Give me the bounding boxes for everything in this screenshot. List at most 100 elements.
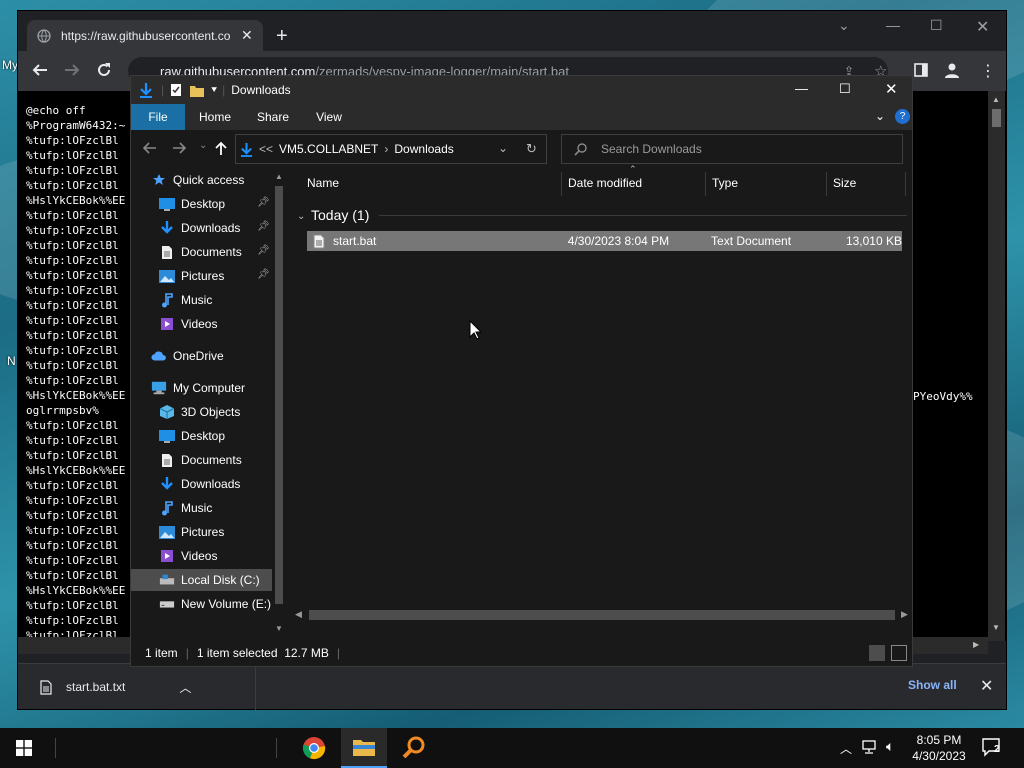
nav-item-label: Documents — [181, 453, 242, 467]
nav-item[interactable]: Music — [159, 289, 212, 311]
pin-icon[interactable]: 📌︎ — [257, 245, 270, 256]
expand-ribbon-icon[interactable]: ⌄ — [875, 109, 885, 123]
back-icon[interactable] — [143, 142, 157, 154]
column-header-name[interactable]: Name — [307, 176, 339, 190]
refresh-icon[interactable]: ↻ — [526, 141, 537, 157]
nav-item[interactable]: Local Disk (C:) — [131, 569, 272, 591]
nav-item[interactable]: Music — [159, 497, 212, 519]
nav-scrollbar[interactable]: ▲ ▼ — [272, 170, 286, 640]
tab-file[interactable]: File — [131, 104, 185, 130]
browser-tab[interactable]: https://raw.githubusercontent.co ✕ — [27, 20, 263, 51]
nav-item[interactable]: Videos — [159, 545, 217, 567]
download-icon — [159, 476, 175, 492]
collapse-group-icon[interactable]: ⌄ — [297, 211, 305, 222]
windows-start-icon[interactable] — [16, 740, 32, 756]
tray-overflow-icon[interactable]: ︿ — [840, 740, 852, 757]
chevron-up-icon[interactable]: ︿ — [179, 679, 191, 696]
back-icon[interactable] — [32, 62, 48, 78]
group-header[interactable]: Today (1) — [311, 207, 369, 223]
script-line: %tufp:lOFzclBl — [26, 374, 119, 387]
column-header-type[interactable]: Type — [712, 176, 738, 190]
close-button[interactable]: ✕ — [976, 17, 989, 37]
script-line: %tufp:lOFzclBl — [26, 314, 119, 327]
vertical-scrollbar[interactable]: ▲ ▼ — [988, 91, 1005, 641]
forward-icon[interactable] — [172, 142, 186, 154]
nav-item[interactable]: Desktop — [159, 193, 225, 215]
show-all-button[interactable]: Show all — [908, 678, 957, 692]
customize-toolbar-icon[interactable]: ⯆ — [210, 85, 218, 96]
details-view-icon[interactable] — [869, 645, 885, 661]
notification-center-icon[interactable] — [982, 738, 1004, 758]
volume-icon[interactable]: 🔈︎ — [886, 738, 894, 755]
search-box[interactable]: Search Downloads — [561, 134, 903, 164]
nav-item[interactable]: OneDrive — [151, 345, 224, 367]
pin-icon[interactable]: 📌︎ — [257, 269, 270, 280]
nav-item[interactable]: New Volume (E:) — [159, 593, 271, 615]
nav-item[interactable]: Pictures — [159, 265, 224, 287]
file-explorer-taskbar-button[interactable] — [341, 728, 387, 768]
nav-item[interactable]: Quick access — [151, 169, 244, 191]
tab-view[interactable]: View — [307, 104, 351, 130]
nav-item-label: OneDrive — [173, 349, 224, 363]
nav-item[interactable]: Desktop — [159, 425, 225, 447]
column-header-date[interactable]: Date modified — [568, 176, 642, 190]
nav-item[interactable]: 3D Objects — [159, 401, 240, 423]
breadcrumb-overflow[interactable]: << — [259, 142, 273, 156]
up-arrow-icon[interactable] — [215, 141, 227, 155]
properties-icon[interactable] — [170, 83, 182, 97]
desktop-icon-label[interactable]: My — [2, 58, 18, 72]
video-icon — [159, 316, 175, 332]
picture-icon — [159, 268, 175, 284]
forward-icon[interactable] — [64, 62, 80, 78]
new-folder-icon[interactable] — [190, 84, 205, 97]
nav-item-label: Desktop — [181, 197, 226, 211]
script-line: %tufp:lOFzclBl — [26, 224, 119, 237]
network-icon[interactable] — [862, 740, 878, 754]
minimize-button[interactable]: — — [886, 17, 900, 33]
nav-item[interactable]: Downloads — [159, 217, 240, 239]
help-icon[interactable]: ? — [895, 109, 910, 124]
minimize-button[interactable]: — — [795, 81, 808, 96]
script-line: %tufp:lOFzclBl — [26, 239, 119, 252]
breadcrumb-segment[interactable]: Downloads — [394, 142, 453, 156]
breadcrumb-segment[interactable]: VM5.COLLABNET — [279, 142, 378, 156]
side-panel-icon[interactable] — [914, 63, 928, 77]
breadcrumb-separator-icon: › — [384, 142, 389, 156]
nav-item[interactable]: My Computer — [151, 377, 245, 399]
desktop-icon-label[interactable]: N — [7, 354, 16, 368]
content-hscrollbar[interactable]: ◀ ▶ — [289, 607, 912, 624]
nav-item[interactable]: Videos — [159, 313, 217, 335]
recent-locations-icon[interactable]: ⌄ — [199, 140, 207, 151]
pin-icon[interactable]: 📌︎ — [257, 221, 270, 232]
column-header-size[interactable]: Size — [833, 176, 856, 190]
maximize-button[interactable]: ☐ — [839, 81, 851, 97]
tab-share[interactable]: Share — [249, 104, 297, 130]
tab-search-icon[interactable]: ⌄ — [838, 17, 850, 34]
large-icons-view-icon[interactable] — [891, 645, 907, 661]
address-dropdown-icon[interactable]: ⌄ — [498, 141, 508, 155]
chrome-icon[interactable] — [302, 736, 326, 760]
new-tab-button[interactable]: + — [276, 25, 288, 48]
nav-item[interactable]: Documents — [159, 449, 242, 471]
pin-icon[interactable]: 📌︎ — [257, 197, 270, 208]
nav-item[interactable]: Downloads — [159, 473, 240, 495]
tab-home[interactable]: Home — [193, 104, 237, 130]
file-row[interactable]: start.bat 4/30/2023 8:04 PM Text Documen… — [307, 231, 902, 251]
clock[interactable]: 8:05 PM 4/30/2023 — [910, 732, 968, 764]
download-icon — [159, 220, 175, 236]
close-button[interactable]: ✕ — [885, 80, 898, 98]
nav-item[interactable]: Pictures — [159, 521, 224, 543]
profile-icon[interactable] — [944, 62, 960, 78]
menu-icon[interactable]: ⋮ — [980, 61, 996, 81]
download-bar: start.bat.txt ︿ Show all ✕ — [18, 663, 1006, 710]
picture-icon — [159, 524, 175, 540]
close-tab-icon[interactable]: ✕ — [241, 27, 253, 44]
address-bar[interactable]: << VM5.COLLABNET › Downloads ⌄ ↻ — [235, 134, 547, 164]
search-magnifier-icon[interactable] — [402, 736, 426, 760]
file-icon — [313, 234, 325, 249]
close-download-bar-icon[interactable]: ✕ — [980, 676, 993, 696]
download-item[interactable]: start.bat.txt ︿ — [18, 664, 256, 710]
nav-item[interactable]: Documents — [159, 241, 242, 263]
maximize-button[interactable]: ☐ — [930, 17, 943, 34]
reload-icon[interactable] — [96, 62, 112, 78]
